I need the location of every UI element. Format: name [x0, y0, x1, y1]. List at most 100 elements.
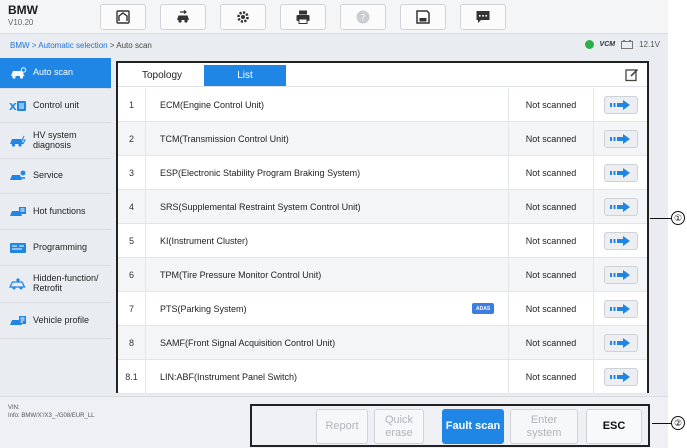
data-logging-icon: [476, 11, 490, 23]
sidebar-item-hv-system[interactable]: HV system diagnosis: [0, 123, 111, 159]
home-button[interactable]: [100, 4, 146, 30]
fault-scan-button[interactable]: Fault scan: [442, 409, 504, 444]
scan-status: Not scanned: [508, 122, 594, 156]
brand: BMW V10.20: [8, 4, 38, 27]
tab-topology[interactable]: Topology: [128, 65, 196, 86]
callout-1: ①: [671, 211, 685, 225]
table-row[interactable]: 7 PTS(Parking System) ADAS Not scanned: [118, 292, 647, 326]
table-row[interactable]: 1 ECM(Engine Control Unit) Not scanned: [118, 88, 647, 122]
table-row[interactable]: 3 ESP(Electronic Stability Program Brakin…: [118, 156, 647, 190]
sidebar-item-control-unit[interactable]: X Control unit: [0, 89, 111, 123]
sidebar-item-service[interactable]: Service: [0, 159, 111, 194]
control-unit-icon: X: [9, 100, 26, 112]
scan-status: Not scanned: [508, 326, 594, 360]
table-row[interactable]: 6 TPM(Tire Pressure Monitor Control Unit)…: [118, 258, 647, 292]
row-number: 1: [118, 88, 146, 122]
vehicle-swap-button[interactable]: [160, 4, 206, 30]
sidebar-item-vehicle-profile[interactable]: Vehicle profile: [0, 303, 111, 339]
scan-status: Not scanned: [508, 190, 594, 224]
enter-module-button[interactable]: [604, 334, 638, 352]
hot-functions-icon: [10, 206, 26, 216]
table-row[interactable]: 5 KI(Instrument Cluster) Not scanned: [118, 224, 647, 258]
module-name: KI(Instrument Cluster): [160, 236, 249, 246]
enter-module-button[interactable]: [604, 96, 638, 114]
row-number: 6: [118, 258, 146, 292]
enter-module-button[interactable]: [604, 300, 638, 318]
arrow-right-icon: [610, 338, 630, 348]
sidebar-item-label: Service: [33, 170, 64, 181]
battery-voltage: 12.1V: [639, 40, 660, 49]
tab-list[interactable]: List: [204, 65, 286, 86]
vehicle-info-text: Info: BMW/X'/X3_-/G08/EUR_LL: [8, 413, 95, 420]
report-button[interactable]: Report: [316, 409, 368, 444]
programming-icon: [10, 242, 26, 253]
top-bar: BMW V10.20 ?: [0, 0, 668, 34]
table-row[interactable]: 8 SAMF(Front Signal Acquisition Control U…: [118, 326, 647, 360]
vin-label: VIN:: [8, 405, 20, 411]
sidebar-item-programming[interactable]: Programming: [0, 230, 111, 266]
arrow-right-icon: [610, 304, 630, 314]
edit-icon[interactable]: [625, 68, 639, 82]
enter-module-button[interactable]: [604, 266, 638, 284]
arrow-right-icon: [610, 100, 630, 110]
battery-icon: [621, 40, 634, 49]
scan-status: Not scanned: [508, 292, 594, 326]
sidebar-item-label: HV system diagnosis: [33, 129, 77, 150]
hv-car-icon: [10, 135, 26, 147]
hidden-function-icon: [9, 278, 26, 290]
software-version: V10.20: [8, 18, 34, 27]
help-icon: ?: [356, 10, 370, 24]
print-button[interactable]: [280, 4, 326, 30]
enter-module-button[interactable]: [604, 130, 638, 148]
esc-button[interactable]: ESC: [586, 409, 642, 444]
module-name: ESP(Electronic Stability Program Braking…: [160, 168, 361, 178]
arrow-right-icon: [610, 202, 630, 212]
save-icon: [416, 10, 430, 24]
sidebar-item-label: Programming: [33, 241, 88, 252]
arrow-right-icon: [610, 270, 630, 280]
vehicle-info: VIN: Info: BMW/X'/X3_-/G08/EUR_LL: [8, 404, 95, 420]
breadcrumb-row: BMW > Automatic selection > Auto scan VC…: [0, 36, 668, 56]
enter-module-button[interactable]: [604, 232, 638, 250]
sidebar-item-label: Control unit: [33, 99, 80, 110]
view-tabs: Topology List: [118, 63, 647, 87]
settings-button[interactable]: [220, 4, 266, 30]
enter-module-button[interactable]: [604, 164, 638, 182]
scan-status: Not scanned: [508, 224, 594, 258]
enter-system-button[interactable]: Enter system: [510, 409, 578, 444]
sidebar-item-hot-functions[interactable]: Hot functions: [0, 194, 111, 230]
module-name: LIN:ABF(Instrument Panel Switch): [160, 372, 298, 382]
sidebar-item-label: Auto scan: [33, 67, 74, 78]
save-button[interactable]: [400, 4, 446, 30]
sidebar-item-label: Hidden-function/ Retrofit: [33, 273, 99, 293]
row-number: 7: [118, 292, 146, 326]
vci-connected-icon: [584, 40, 594, 49]
sidebar-item-auto-scan[interactable]: Auto scan: [0, 58, 111, 89]
function-menu: Auto scan X Control unit HV system diagn…: [0, 58, 111, 394]
row-number: 3: [118, 156, 146, 190]
table-row[interactable]: 4 SRS(Supplemental Restraint System Contr…: [118, 190, 647, 224]
adas-badge: ADAS: [472, 303, 495, 314]
sidebar-item-hidden-function[interactable]: Hidden-function/ Retrofit: [0, 266, 111, 303]
data-logging-button[interactable]: [460, 4, 506, 30]
module-name: SRS(Supplemental Restraint System Contro…: [160, 202, 361, 212]
enter-module-button[interactable]: [604, 198, 638, 216]
quick-erase-button[interactable]: Quick erase: [374, 409, 424, 444]
svg-text:X: X: [9, 102, 17, 112]
help-button[interactable]: ?: [340, 4, 386, 30]
callout-leader-2: [652, 423, 671, 424]
vcm-label: VCM: [599, 41, 616, 48]
breadcrumb: BMW > Automatic selection > Auto scan: [10, 41, 152, 50]
home-icon: [116, 10, 130, 24]
vehicle-profile-icon: [10, 315, 26, 325]
scan-list-panel: Topology List 1 ECM(Engine Control Unit) N…: [116, 61, 649, 394]
sidebar-item-label: Vehicle profile: [33, 314, 90, 325]
enter-module-button[interactable]: [604, 368, 638, 386]
table-row[interactable]: 2 TCM(Transmission Control Unit) Not scann…: [118, 122, 647, 156]
svg-text:?: ?: [361, 14, 366, 24]
breadcrumb-link[interactable]: BMW > Automatic selection: [10, 41, 108, 50]
scan-status: Not scanned: [508, 258, 594, 292]
arrow-right-icon: [610, 168, 630, 178]
table-row[interactable]: 8.1 LIN:ABF(Instrument Panel Switch) Not s…: [118, 360, 647, 394]
scan-status: Not scanned: [508, 360, 594, 394]
